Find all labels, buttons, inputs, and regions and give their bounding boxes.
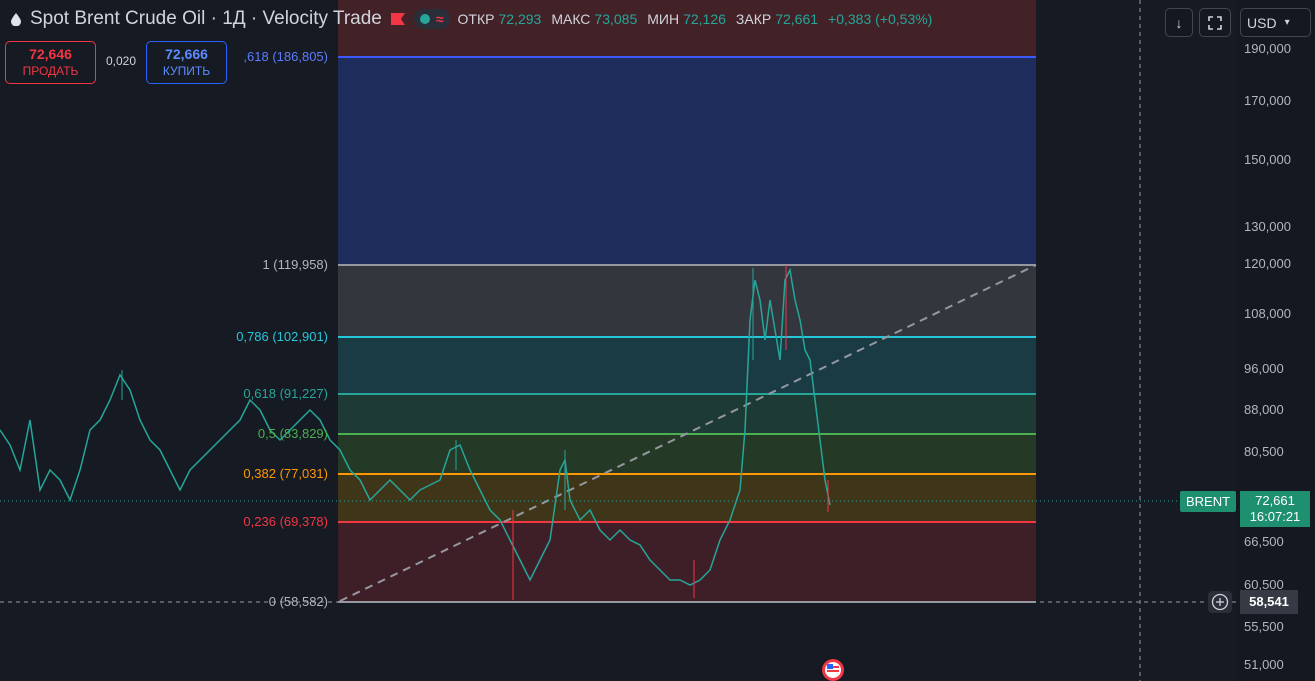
ohlc-close-value: 72,661 [775,11,819,27]
fib-label-0618: 0,618 (91,227) [243,386,328,401]
sell-price: 72,646 [29,46,72,62]
market-status-pill[interactable]: ≈ [413,9,450,29]
fib-zone-0618-05 [338,394,1036,434]
fib-label-0: 0 (58,582) [268,594,328,609]
ohlc-open-key: ОТКР [457,11,495,27]
market-open-dot-icon [419,14,430,24]
bar-countdown: 16:07:21 [1249,509,1301,524]
add-alert-button[interactable] [1208,591,1232,613]
plus-circle-icon [1211,593,1229,611]
fullscreen-icon [1208,15,1222,30]
last-price-tag: 72,661 16:07:21 [1240,491,1310,527]
ohlc-close-key: ЗАКР [735,11,772,27]
fib-label-05: 0,5 (83,829) [257,426,328,441]
fib-label-0236: 0,236 (69,378) [243,514,328,529]
price-tick: 55,500 [1244,619,1284,634]
price-tick: 130,000 [1244,219,1291,234]
us-event-icon[interactable] [819,656,847,681]
sell-button[interactable]: 72,646 ПРОДАТЬ [5,41,96,84]
price-axis[interactable]: USD ▾ 190,000 170,000 150,000 130,000 12… [1236,0,1315,681]
currency-select[interactable]: USD ▾ [1240,8,1311,37]
fib-label-1: 1 (119,958) [262,257,328,272]
fib-zone-1-0786 [338,265,1036,337]
buy-button[interactable]: 72,666 КУПИТЬ [146,41,227,84]
fib-zone-05-0382 [338,434,1036,474]
chart-area[interactable]: ,618 (186,805) 1 (119,958) 0,786 (102,90… [0,0,1236,681]
buy-price: 72,666 [165,46,208,62]
chart-canvas[interactable] [0,0,1236,681]
price-tick: 150,000 [1244,152,1291,167]
ohlc-low-key: МИН [647,11,680,27]
symbol-badge: BRENT [1180,491,1236,512]
price-tick: 190,000 [1244,41,1291,56]
price-tick: 51,000 [1244,657,1284,672]
sell-label: ПРОДАТЬ [22,64,79,78]
fib-label-0786: 0,786 (102,901) [236,329,328,344]
symbol-title[interactable]: Spot Brent Crude Oil · 1Д · Velocity Tra… [30,8,382,30]
arrow-down-icon: ↓ [1175,14,1183,31]
spread-value: 0,020 [105,54,137,68]
price-tick: 170,000 [1244,93,1291,108]
ohlc-high-value: 73,085 [594,11,638,27]
price-tick: 96,000 [1244,361,1284,376]
fib-zone-0382-0236 [338,474,1036,522]
wave-icon: ≈ [435,11,444,27]
ohlc-low-value: 72,126 [683,11,726,27]
ohlc-open-value: 72,293 [498,11,542,27]
chart-header: Spot Brent Crude Oil · 1Д · Velocity Tra… [0,0,932,38]
price-tick: 66,500 [1244,534,1284,549]
flag-icon[interactable] [390,12,406,26]
price-tick: 108,000 [1244,306,1291,321]
fib-zone-0786-0618 [338,337,1036,394]
ohlc-high-key: МАКС [551,11,591,27]
last-price-value: 72,661 [1255,493,1295,508]
buy-label: КУПИТЬ [162,64,211,78]
price-tick: 120,000 [1244,256,1291,271]
fib-zone-1618-1 [338,57,1036,265]
currency-value: USD [1247,14,1277,31]
chevron-down-icon: ▾ [1284,17,1290,28]
fib-zone-0236-0 [338,522,1036,602]
ohlc-change: +0,383 (+0,53%) [828,11,933,27]
crosshair-price-tag: 58,541 [1240,590,1298,614]
fib-label-0382: 0,382 (77,031) [243,466,328,481]
ohlc-values: ОТКР 72,293 МАКС 73,085 МИН 72,126 ЗАКР … [458,11,933,27]
price-tick: 80,500 [1244,444,1284,459]
fullscreen-button[interactable] [1199,8,1231,37]
download-button[interactable]: ↓ [1165,8,1193,37]
droplet-icon [10,12,22,27]
price-tick: 88,000 [1244,402,1284,417]
